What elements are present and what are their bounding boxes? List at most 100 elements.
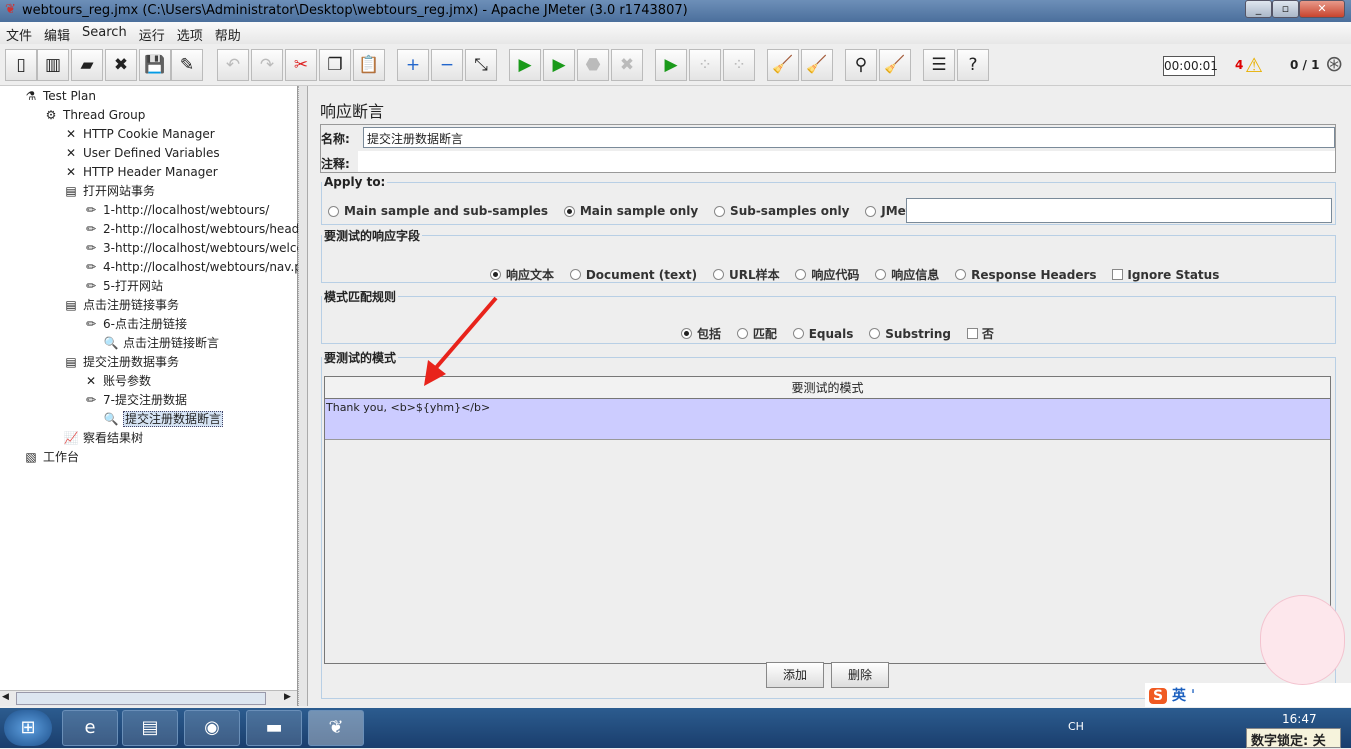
start-button[interactable]: ▶ [509,49,541,81]
tree-node[interactable]: ⚗ Test Plan [22,87,96,105]
cut-button[interactable]: ✂ [285,49,317,81]
scroll-right-icon[interactable]: ▶ [284,692,296,705]
radio-url-sample[interactable]: URL样本 [712,266,780,283]
redo-button[interactable]: ↷ [251,49,283,81]
radio-response-text[interactable]: 响应文本 [490,266,554,283]
scroll-left-icon[interactable]: ◀ [2,692,14,705]
clear-button[interactable]: 🧹 [767,49,799,81]
warning-icon[interactable]: ⚠ [1245,53,1263,77]
collapse-button[interactable]: − [431,49,463,81]
sogou-icon[interactable]: S [1149,688,1168,704]
new-button[interactable]: ▯ [5,49,37,81]
menu-search[interactable]: Search [76,22,133,44]
radio-contains[interactable]: 包括 [681,325,721,342]
radio-matches[interactable]: 匹配 [736,325,777,342]
chrome-taskbar-icon[interactable]: ◉ [184,710,240,746]
radio-response-message[interactable]: 响应信息 [875,266,939,283]
tree-node[interactable]: ✏ 4-http://localhost/webtours/nav.pl [82,258,305,276]
radio-main-only[interactable]: Main sample only [563,204,698,218]
tree-node[interactable]: ✏ 7-提交注册数据 [82,391,187,409]
remote-stop-button[interactable]: ⁘ [689,49,721,81]
tree-node-label: Thread Group [63,108,146,122]
paste-button[interactable]: 📋 [353,49,385,81]
ignore-status-checkbox[interactable]: Ignore Status [1112,268,1219,282]
delete-button[interactable]: 删除 [831,662,889,688]
search-button[interactable]: ⚲ [845,49,877,81]
radio-response-headers[interactable]: Response Headers [955,268,1097,282]
menu-run[interactable]: 运行 [133,22,171,44]
undo-button[interactable]: ↶ [217,49,249,81]
tree-node[interactable]: ▤ 点击注册链接事务 [62,296,179,314]
toggle-button[interactable]: ⤡ [465,49,497,81]
not-checkbox[interactable]: 否 [966,325,994,342]
comment-input[interactable] [358,151,1335,172]
clock[interactable]: 16:47 [1282,712,1317,726]
close-button[interactable]: ✕ [1299,0,1345,18]
close-button[interactable]: ✖ [105,49,137,81]
tree-node[interactable]: ✏ 1-http://localhost/webtours/ [82,201,269,219]
scrollbar-thumb[interactable] [16,692,266,705]
menu-options[interactable]: 选项 [171,22,209,44]
function-helper-button[interactable]: ☰ [923,49,955,81]
tree-node[interactable]: 🔍 提交注册数据断言 [102,410,224,428]
tree-node[interactable]: ✕ User Defined Variables [62,144,220,162]
jmeter-taskbar-icon[interactable]: ❦ [308,710,364,746]
radio-main-and-sub[interactable]: Main sample and sub-samples [328,204,548,218]
jmeter-variable-input[interactable] [906,198,1332,223]
tree-node[interactable]: ✏ 3-http://localhost/webtours/welcom [82,239,316,257]
patterns-table: 要测试的模式 Thank you, <b>${yhm}</b> [324,376,1331,664]
split-pane-divider[interactable] [298,86,308,706]
tree-node[interactable]: ▧ 工作台 [22,448,79,466]
explorer-taskbar-icon[interactable]: ▤ [122,710,178,746]
radio-sub-only[interactable]: Sub-samples only [714,204,849,218]
name-input[interactable]: 提交注册数据断言 [363,127,1335,148]
tree-node-label: 4-http://localhost/webtours/nav.pl [103,260,306,274]
ie-taskbar-icon[interactable]: e [62,710,118,746]
tree-horizontal-scrollbar[interactable]: ◀ ▶ [0,690,297,706]
cmd-taskbar-icon[interactable]: ▬ [246,710,302,746]
ime-language[interactable]: 英 [1172,688,1186,704]
expand-button[interactable]: + [397,49,429,81]
stop-button[interactable]: ⬣ [577,49,609,81]
copy-button[interactable]: ❐ [319,49,351,81]
open-button[interactable]: ▰ [71,49,103,81]
tree-node[interactable]: ▤ 打开网站事务 [62,182,155,200]
language-indicator[interactable]: CH [1068,720,1084,733]
menu-help[interactable]: 帮助 [209,22,247,44]
radio-response-code[interactable]: 响应代码 [795,266,859,283]
tree-node[interactable]: ✕ 账号参数 [82,372,151,390]
tree-node[interactable]: ⚙ Thread Group [42,106,146,124]
menu-file[interactable]: 文件 [0,22,38,44]
tree-node[interactable]: ✏ 6-点击注册链接 [82,315,187,333]
tree-node[interactable]: ✏ 5-打开网站 [82,277,163,295]
test-plan-icon: ⚗ [25,89,37,103]
help-button[interactable]: ? [957,49,989,81]
menu-edit[interactable]: 编辑 [38,22,76,44]
shutdown-button[interactable]: ✖ [611,49,643,81]
tree-node-label: HTTP Header Manager [83,165,218,179]
radio-substring[interactable]: Substring [869,327,951,341]
tree-node[interactable]: 🔍 点击注册链接断言 [102,334,220,352]
add-button[interactable]: 添加 [766,662,824,688]
start-button[interactable]: ⊞ [4,710,52,746]
title-bar: ❦ webtours_reg.jmx (C:\Users\Administrat… [0,0,1351,22]
clear-all-button[interactable]: 🧹 [801,49,833,81]
tree-node[interactable]: ▤ 提交注册数据事务 [62,353,179,371]
tree-node[interactable]: ✕ HTTP Cookie Manager [62,125,215,143]
templates-button[interactable]: ▥ [37,49,69,81]
start-no-timers-button[interactable]: ▶ [543,49,575,81]
save-as-button[interactable]: ✎ [171,49,203,81]
radio-document-text[interactable]: Document (text) [569,268,697,282]
tree-node[interactable]: ✏ 2-http://localhost/webtours/header.h [82,220,322,238]
tree-node[interactable]: 📈 察看结果树 [62,429,144,447]
pattern-row[interactable]: Thank you, <b>${yhm}</b> [325,399,1330,440]
reset-search-button[interactable]: 🧹 [879,49,911,81]
maximize-button[interactable]: ▫ [1272,0,1299,18]
apply-to-group: Apply to: Main sample and sub-samples Ma… [321,175,1336,225]
save-button[interactable]: 💾 [139,49,171,81]
minimize-button[interactable]: _ [1245,0,1272,18]
radio-equals[interactable]: Equals [792,327,853,341]
remote-shutdown-button[interactable]: ⁘ [723,49,755,81]
tree-node[interactable]: ✕ HTTP Header Manager [62,163,218,181]
remote-start-button[interactable]: ▶ [655,49,687,81]
